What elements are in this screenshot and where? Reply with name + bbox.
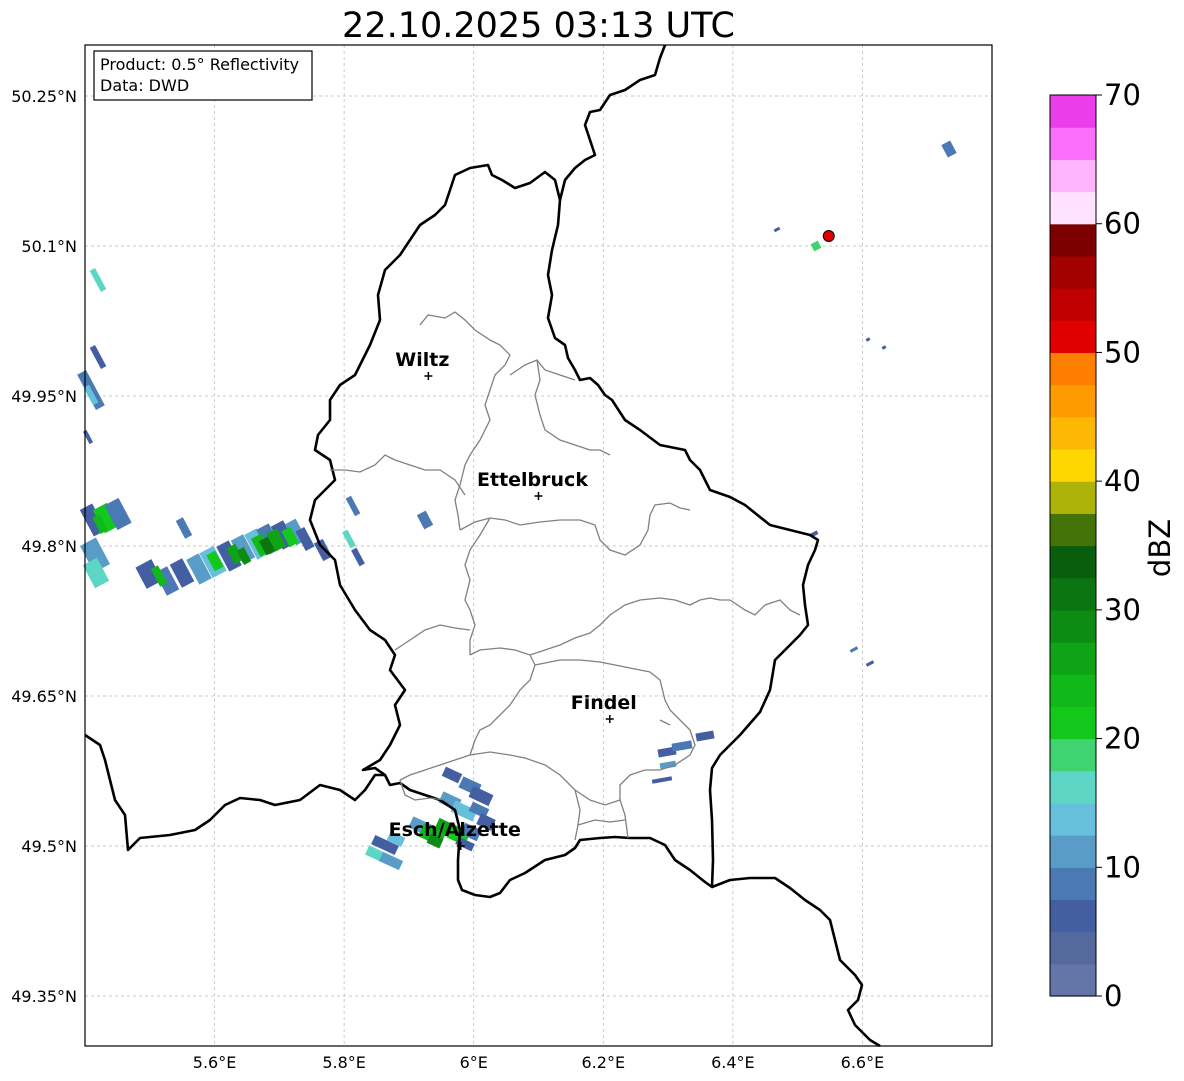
colorbar-segment xyxy=(1050,867,1096,901)
info-product: Product: 0.5° Reflectivity xyxy=(100,55,299,74)
latitude-tick-labels: 50.25°N 50.1°N 49.95°N 49.8°N 49.65°N 49.5°N 4… xyxy=(11,87,77,1006)
colorbar-tick-labels: 0 10 20 30 40 50 60 70 xyxy=(1096,78,1141,1013)
colorbar-segment xyxy=(1050,674,1096,707)
luxembourg-border xyxy=(308,163,820,899)
colorbar-segment xyxy=(1050,963,1096,997)
colorbar-segment xyxy=(1050,835,1096,868)
echo-cell xyxy=(881,345,887,350)
echo-cell xyxy=(89,267,107,293)
lon-tick-label: 6.2°E xyxy=(582,1053,626,1072)
echo-cell xyxy=(671,740,693,752)
echo-cell xyxy=(865,660,875,667)
colorbar-label: dBZ xyxy=(1143,519,1177,577)
colorbar-segment xyxy=(1050,288,1096,321)
canton-borders xyxy=(330,311,801,841)
colorbar-segment xyxy=(1050,223,1096,257)
colorbar-segment xyxy=(1050,255,1096,289)
lon-tick-label: 6.6°E xyxy=(841,1053,885,1072)
colorbar-segment xyxy=(1050,384,1096,418)
colorbar-segment xyxy=(1050,513,1096,547)
lat-tick-label: 49.95°N xyxy=(11,387,77,406)
info-data-source: Data: DWD xyxy=(100,76,189,95)
echo-cell xyxy=(468,785,494,807)
longitude-tick-labels: 5.6°E 5.8°E 6°E 6.2°E 6.4°E 6.6°E xyxy=(193,1053,884,1072)
colorbar-tick-label: 0 xyxy=(1104,979,1122,1013)
colorbar-segment xyxy=(1050,481,1096,514)
colorbar-segment xyxy=(1050,931,1096,965)
lat-tick-label: 49.65°N xyxy=(11,687,77,706)
echo-cell xyxy=(416,510,434,530)
info-box: Product: 0.5° Reflectivity Data: DWD xyxy=(93,50,313,101)
city-label: Ettelbruck xyxy=(477,469,588,491)
colorbar-segment xyxy=(1050,545,1096,579)
colorbar-tick-label: 10 xyxy=(1104,850,1141,884)
colorbar-segment xyxy=(1050,577,1096,611)
echo-cell xyxy=(313,538,333,562)
echo-cell xyxy=(773,226,781,233)
lat-tick-label: 50.1°N xyxy=(21,237,77,256)
lon-tick-label: 5.8°E xyxy=(322,1053,366,1072)
colorbar-segment xyxy=(1050,899,1096,933)
radar-site-marker xyxy=(822,230,835,242)
city-wiltz: Wiltz xyxy=(395,349,449,380)
city-markers: Wiltz Ettelbruck Findel Esch/Alzette xyxy=(389,349,637,850)
colorbar xyxy=(1050,95,1096,997)
echo-cell xyxy=(345,495,361,517)
colorbar-segment xyxy=(1050,127,1096,160)
colorbar-segment xyxy=(1050,706,1096,740)
country-borders xyxy=(84,44,881,1048)
colorbar-segment xyxy=(1050,191,1096,225)
lon-tick-label: 6.4°E xyxy=(711,1053,755,1072)
echo-cell xyxy=(865,337,871,342)
colorbar-tick-label: 40 xyxy=(1104,464,1141,498)
city-findel: Findel xyxy=(571,692,637,723)
lon-tick-label: 6°E xyxy=(460,1053,488,1072)
german-border xyxy=(558,44,667,201)
echo-cell xyxy=(651,776,673,784)
echo-cell xyxy=(695,730,715,742)
lon-tick-label: 5.6°E xyxy=(193,1053,237,1072)
city-esch-alzette: Esch/Alzette xyxy=(389,819,521,850)
colorbar-tick-label: 60 xyxy=(1104,207,1141,241)
lat-tick-label: 49.8°N xyxy=(21,537,77,556)
german-border-south xyxy=(711,876,881,1048)
city-ettelbruck: Ettelbruck xyxy=(477,469,588,500)
lat-tick-label: 50.25°N xyxy=(11,87,77,106)
colorbar-segment xyxy=(1050,738,1096,772)
colorbar-tick-label: 20 xyxy=(1104,722,1141,756)
lat-tick-label: 49.5°N xyxy=(21,837,77,856)
colorbar-tick-label: 30 xyxy=(1104,593,1141,627)
colorbar-tick-label: 70 xyxy=(1104,78,1141,112)
colorbar-segment xyxy=(1050,770,1096,804)
echo-cell xyxy=(175,517,193,539)
colorbar-segment xyxy=(1050,320,1096,354)
colorbar-segment xyxy=(1050,95,1096,128)
map-figure: Wiltz Ettelbruck Findel Esch/Alzette 50.25°… xyxy=(11,44,1177,1072)
radar-echoes xyxy=(77,140,957,871)
echo-cell xyxy=(941,140,957,158)
colorbar-segment xyxy=(1050,352,1096,386)
echo-cell xyxy=(849,646,859,653)
colorbar-segment xyxy=(1050,448,1096,482)
colorbar-segment xyxy=(1050,159,1096,193)
city-label: Findel xyxy=(571,692,637,714)
echo-cell xyxy=(810,240,822,252)
city-label: Wiltz xyxy=(395,349,449,371)
french-border xyxy=(84,733,385,852)
colorbar-segment xyxy=(1050,642,1096,675)
echo-cell xyxy=(89,344,107,370)
lat-tick-label: 49.35°N xyxy=(11,987,77,1006)
colorbar-tick-label: 50 xyxy=(1104,335,1141,369)
echo-cell xyxy=(351,547,365,567)
city-label: Esch/Alzette xyxy=(389,819,521,841)
echo-cell xyxy=(378,851,404,871)
colorbar-segment xyxy=(1050,416,1096,450)
colorbar-segment xyxy=(1050,802,1096,836)
echo-cell xyxy=(441,766,463,784)
colorbar-segment xyxy=(1050,609,1096,643)
